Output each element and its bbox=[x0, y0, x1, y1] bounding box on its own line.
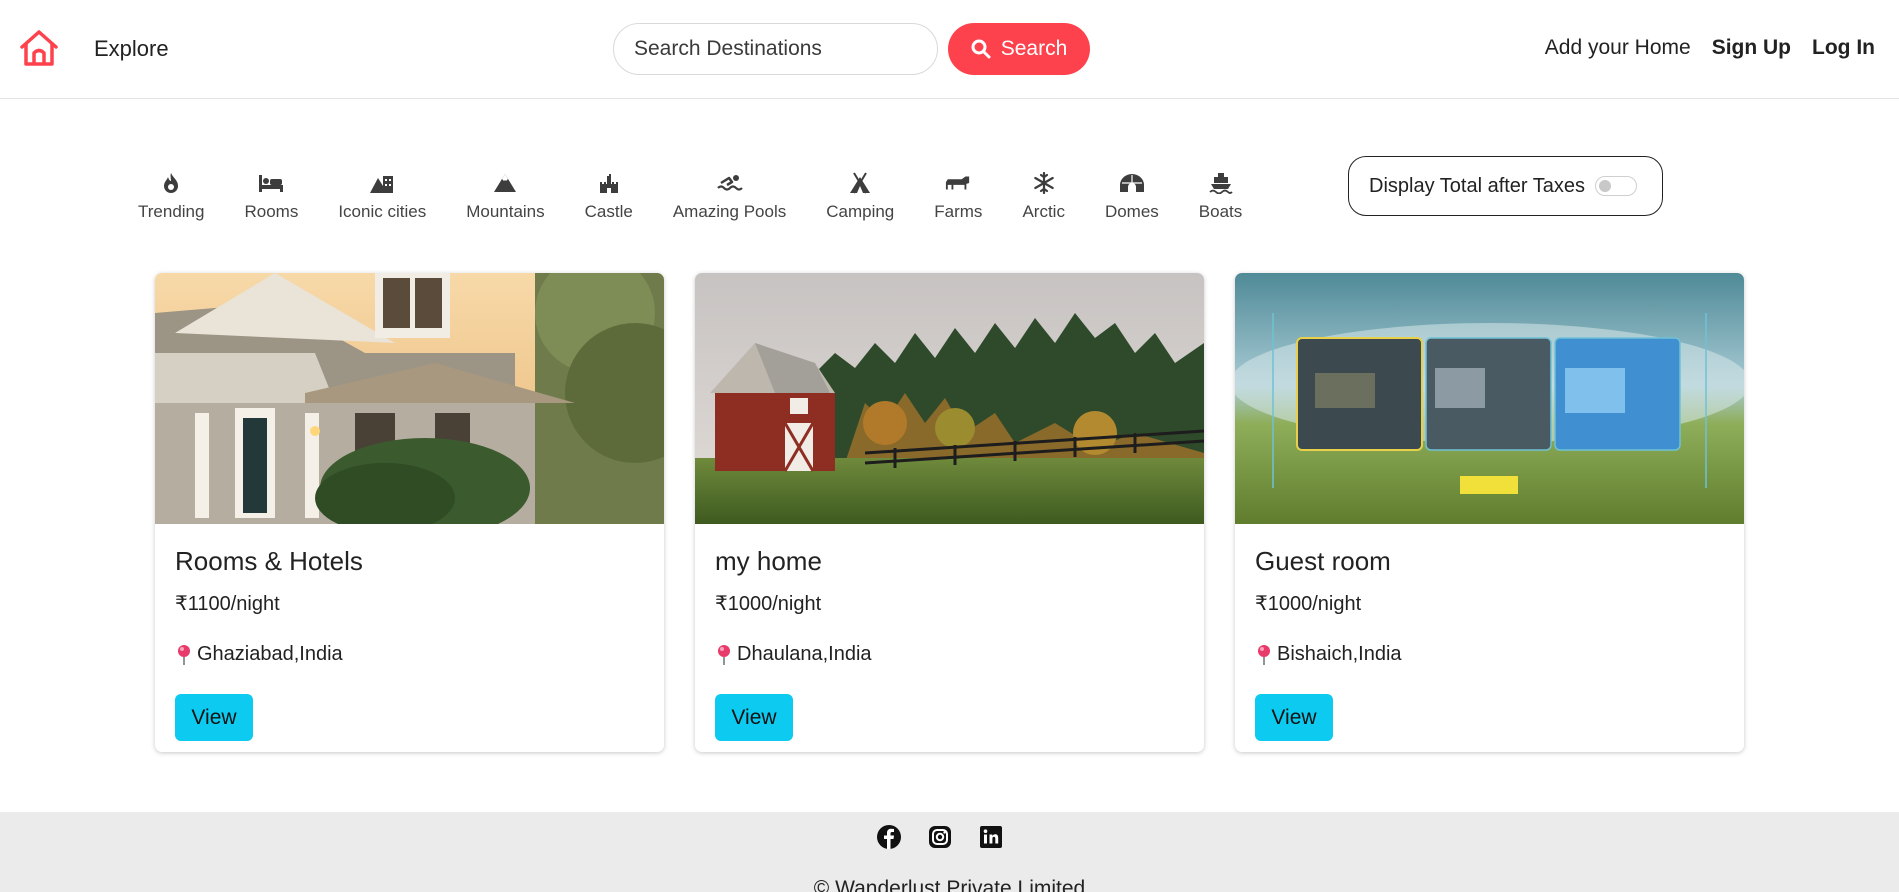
person-swimming-icon bbox=[716, 170, 743, 196]
filter-rooms[interactable]: Rooms bbox=[244, 170, 298, 222]
filter-castle[interactable]: Castle bbox=[585, 170, 633, 222]
filter-label: Castle bbox=[584, 202, 633, 221]
listing-title: Rooms & Hotels bbox=[175, 546, 363, 576]
snowflake-icon bbox=[1031, 170, 1057, 196]
listing-image bbox=[155, 273, 664, 524]
filter-label: Iconic cities bbox=[338, 202, 427, 221]
facebook-icon[interactable] bbox=[876, 824, 902, 850]
footer: © Wanderlust Private Limited bbox=[0, 812, 1899, 892]
listing-image bbox=[1235, 273, 1744, 524]
filter-arctic[interactable]: Arctic bbox=[1022, 170, 1065, 222]
filter-camping[interactable]: Camping bbox=[826, 170, 894, 222]
filter-label: Arctic bbox=[1022, 202, 1065, 221]
fire-icon bbox=[158, 170, 184, 196]
listings-grid: Rooms & Hotels ₹1100/night Ghaziabad,Ind… bbox=[155, 273, 1744, 752]
filter-bar: Trending Rooms Iconic cities Mountains C… bbox=[138, 170, 1242, 222]
copyright-text: © Wanderlust Private Limited bbox=[813, 877, 1086, 892]
view-button[interactable]: View bbox=[715, 694, 793, 741]
search-button-label: Search bbox=[1000, 37, 1068, 60]
campground-icon bbox=[847, 170, 873, 196]
tax-toggle-label: Display Total after Taxes bbox=[1369, 174, 1586, 197]
listing-body: Rooms & Hotels ₹1100/night Ghaziabad,Ind… bbox=[155, 524, 664, 686]
listing-title: my home bbox=[715, 546, 822, 576]
navbar: Explore Search Add your Home Sign Up Log… bbox=[0, 0, 1899, 99]
listing-price: ₹1000/night bbox=[1255, 593, 1362, 615]
filter-trending[interactable]: Trending bbox=[138, 170, 204, 222]
listing-card[interactable]: Guest room ₹1000/night Bishaich,India Vi… bbox=[1235, 273, 1744, 752]
filter-label: Boats bbox=[1198, 202, 1243, 221]
search-icon bbox=[971, 39, 991, 59]
filter-boats[interactable]: Boats bbox=[1199, 170, 1242, 222]
mountain-icon bbox=[492, 170, 518, 196]
filter-mountains[interactable]: Mountains bbox=[466, 170, 545, 222]
tax-toggle: Display Total after Taxes bbox=[1348, 156, 1663, 216]
listing-price: ₹1000/night bbox=[715, 593, 822, 615]
social-links bbox=[876, 824, 1004, 850]
add-home-link[interactable]: Add your Home bbox=[1545, 36, 1691, 60]
log-in-link[interactable]: Log In bbox=[1812, 36, 1875, 60]
bed-icon bbox=[258, 170, 284, 196]
filter-label: Amazing Pools bbox=[672, 202, 787, 221]
instagram-icon[interactable] bbox=[927, 824, 953, 850]
listing-card[interactable]: Rooms & Hotels ₹1100/night Ghaziabad,Ind… bbox=[155, 273, 664, 752]
listing-location: Bishaich,India bbox=[1255, 643, 1724, 666]
igloo-icon bbox=[1119, 170, 1145, 196]
filter-label: Rooms bbox=[244, 202, 299, 221]
listing-body: my home ₹1000/night Dhaulana,India bbox=[695, 524, 1204, 686]
filter-label: Trending bbox=[138, 202, 205, 221]
map-pin-icon bbox=[178, 644, 190, 665]
linkedin-icon[interactable] bbox=[978, 824, 1004, 850]
ferry-icon bbox=[1208, 170, 1234, 196]
search-button[interactable]: Search bbox=[948, 23, 1090, 75]
listing-location: Ghaziabad,India bbox=[175, 643, 644, 666]
filter-iconic-cities[interactable]: Iconic cities bbox=[338, 170, 426, 222]
listing-price: ₹1100/night bbox=[175, 593, 280, 615]
explore-link[interactable]: Explore bbox=[94, 36, 169, 62]
tax-switch[interactable] bbox=[1595, 176, 1638, 196]
map-pin-icon bbox=[1258, 644, 1270, 665]
filter-amazing-pools[interactable]: Amazing Pools bbox=[673, 170, 786, 222]
filter-label: Mountains bbox=[466, 202, 545, 221]
sign-up-link[interactable]: Sign Up bbox=[1712, 36, 1791, 60]
cow-icon bbox=[945, 170, 971, 196]
filter-domes[interactable]: Domes bbox=[1105, 170, 1159, 222]
nav-right: Add your Home Sign Up Log In bbox=[1545, 36, 1875, 60]
listing-image bbox=[695, 273, 1204, 524]
filter-label: Camping bbox=[826, 202, 895, 221]
view-button[interactable]: View bbox=[1255, 694, 1333, 741]
search-form: Search bbox=[613, 23, 1090, 75]
castle-icon bbox=[596, 170, 622, 196]
listing-card[interactable]: my home ₹1000/night Dhaulana,India View bbox=[695, 273, 1204, 752]
search-input[interactable] bbox=[613, 23, 938, 75]
switch-knob bbox=[1599, 180, 1612, 192]
listing-title: Guest room bbox=[1255, 546, 1391, 576]
listing-location: Dhaulana,India bbox=[715, 643, 1184, 666]
filter-farms[interactable]: Farms bbox=[934, 170, 982, 222]
filter-label: Domes bbox=[1104, 202, 1159, 221]
home-logo-icon[interactable] bbox=[16, 25, 62, 71]
map-pin-icon bbox=[718, 644, 730, 665]
listing-location-text: Ghaziabad,India bbox=[197, 643, 343, 665]
listing-location-text: Dhaulana,India bbox=[737, 643, 872, 665]
view-button[interactable]: View bbox=[175, 694, 253, 741]
filter-label: Farms bbox=[934, 202, 983, 221]
listing-location-text: Bishaich,India bbox=[1277, 643, 1402, 665]
listing-body: Guest room ₹1000/night Bishaich,India bbox=[1235, 524, 1744, 686]
mountain-city-icon bbox=[369, 170, 395, 196]
